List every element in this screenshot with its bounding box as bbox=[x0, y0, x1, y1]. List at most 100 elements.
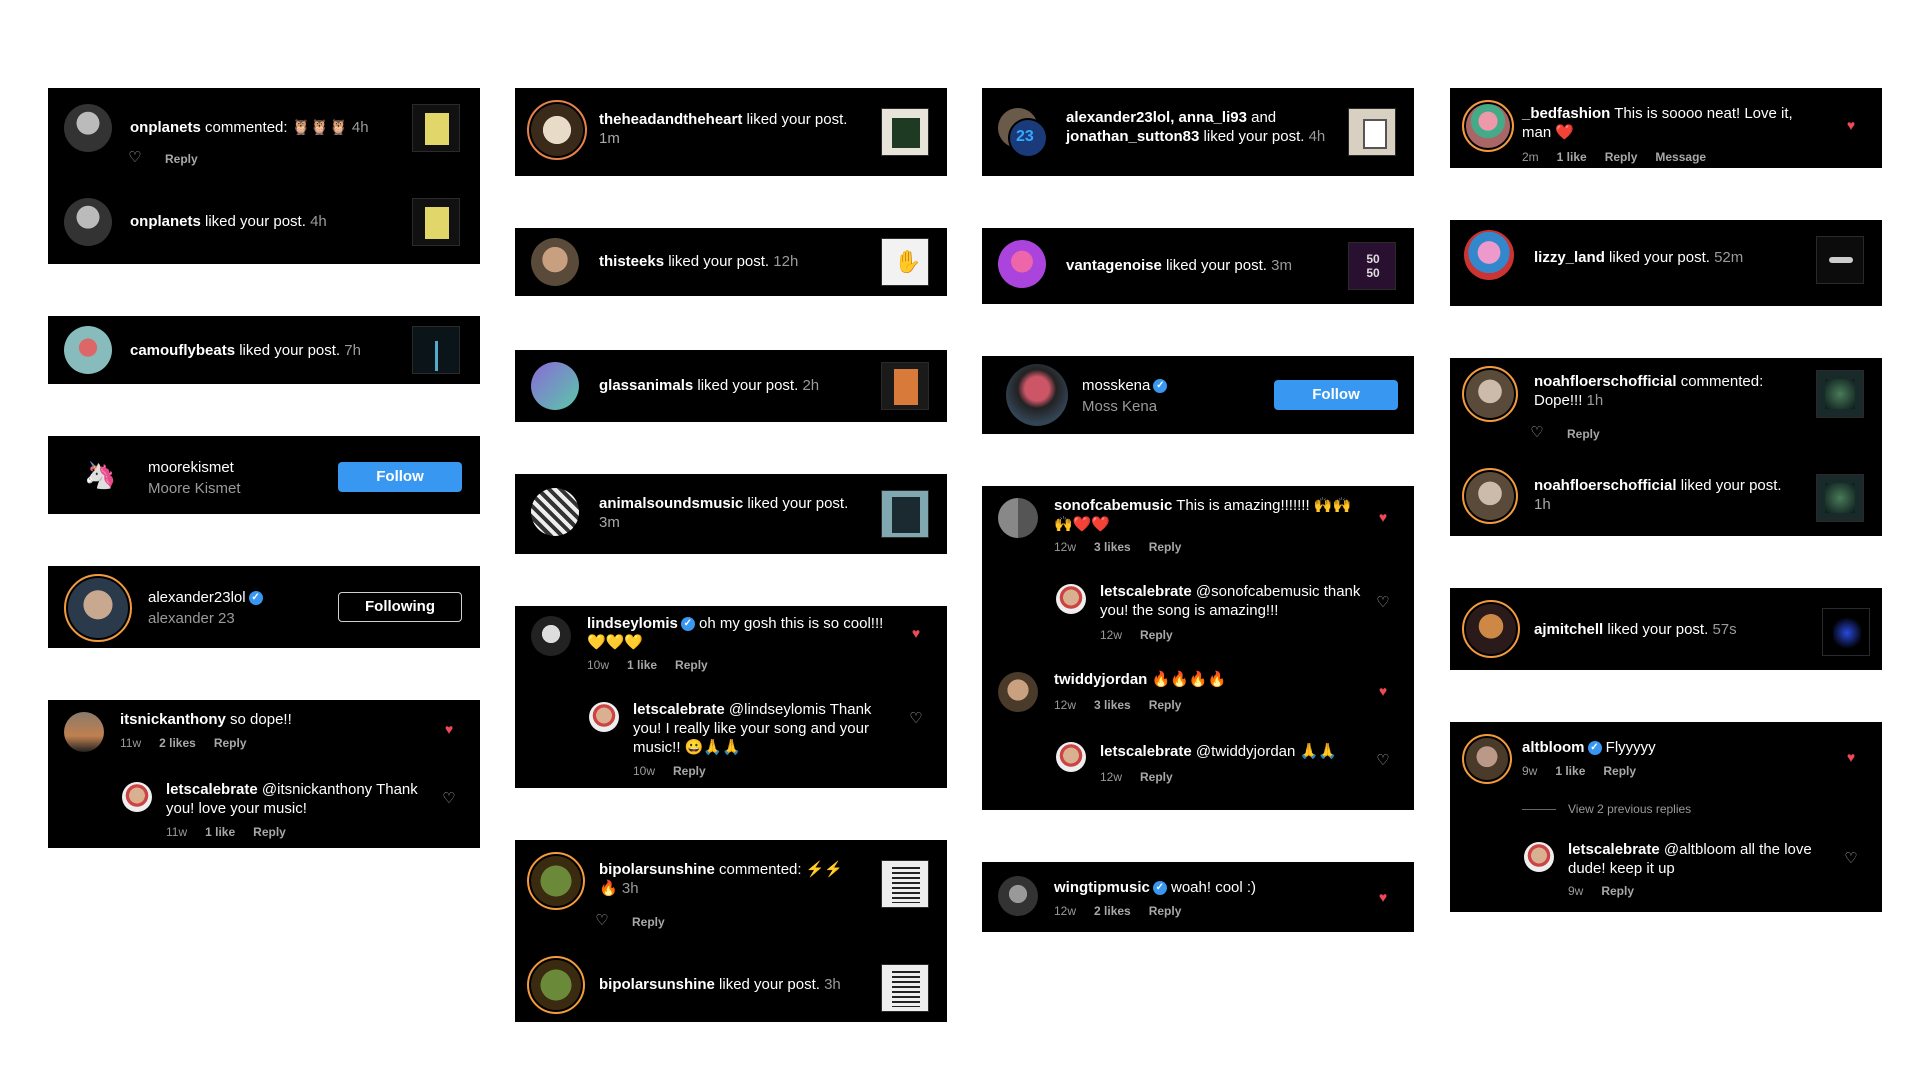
avatar[interactable] bbox=[1462, 366, 1518, 422]
like-heart-icon[interactable]: ♡ bbox=[1530, 425, 1544, 440]
post-thumbnail[interactable] bbox=[1816, 370, 1864, 418]
username[interactable]: ajmitchell bbox=[1534, 621, 1603, 638]
post-thumbnail[interactable]: 50 50 bbox=[1348, 242, 1396, 290]
username[interactable]: lizzy_land bbox=[1534, 249, 1605, 266]
likes-count[interactable]: 1 like bbox=[1555, 764, 1585, 778]
reply-link[interactable]: Reply bbox=[1603, 764, 1636, 778]
like-heart-icon[interactable]: ♡ bbox=[1376, 753, 1390, 768]
username[interactable]: mosskena bbox=[1082, 377, 1150, 394]
username[interactable]: camouflybeats bbox=[130, 342, 235, 359]
username[interactable]: onplanets bbox=[130, 213, 201, 230]
reply-link[interactable]: Reply bbox=[1605, 150, 1638, 164]
reply-link[interactable]: Reply bbox=[214, 736, 247, 750]
likes-count[interactable]: 3 likes bbox=[1094, 698, 1131, 712]
avatar[interactable] bbox=[122, 782, 152, 812]
like-heart-icon[interactable]: ♡ bbox=[128, 150, 142, 165]
avatar[interactable] bbox=[527, 956, 585, 1014]
username[interactable]: glassanimals bbox=[599, 377, 693, 394]
username[interactable]: sonofcabemusic bbox=[1054, 497, 1172, 514]
username[interactable]: animalsoundsmusic bbox=[599, 495, 743, 512]
like-heart-icon[interactable]: ♡ bbox=[442, 791, 456, 806]
likes-count[interactable]: 3 likes bbox=[1094, 540, 1131, 554]
username[interactable]: noahfloerschofficial bbox=[1534, 373, 1677, 390]
reply-link[interactable]: Reply bbox=[1149, 698, 1182, 712]
reply-link[interactable]: Reply bbox=[1601, 884, 1634, 898]
likes-count[interactable]: 1 like bbox=[627, 658, 657, 672]
username[interactable]: vantagenoise bbox=[1066, 257, 1162, 274]
username[interactable]: letscalebrate bbox=[1568, 841, 1660, 858]
username[interactable]: letscalebrate bbox=[633, 701, 725, 718]
avatar[interactable] bbox=[998, 672, 1038, 712]
view-previous-replies-link[interactable]: View 2 previous replies bbox=[1522, 802, 1691, 816]
avatar[interactable] bbox=[64, 326, 112, 374]
reply-link[interactable]: Reply bbox=[1140, 770, 1173, 784]
following-button[interactable]: Following bbox=[338, 592, 462, 622]
post-thumbnail[interactable] bbox=[881, 108, 929, 156]
liked-heart-icon[interactable]: ♥ bbox=[1844, 750, 1858, 764]
follow-button[interactable]: Follow bbox=[338, 462, 462, 492]
username[interactable]: twiddyjordan bbox=[1054, 671, 1147, 688]
post-thumbnail[interactable] bbox=[881, 860, 929, 908]
like-heart-icon[interactable]: ♡ bbox=[909, 711, 923, 726]
username[interactable]: jonathan_sutton83 bbox=[1066, 128, 1199, 145]
avatar[interactable] bbox=[998, 876, 1038, 916]
liked-heart-icon[interactable]: ♥ bbox=[1376, 510, 1390, 524]
avatar[interactable] bbox=[1462, 734, 1512, 784]
avatar[interactable] bbox=[531, 488, 579, 536]
avatar[interactable]: 23 bbox=[1008, 118, 1048, 158]
username[interactable]: moorekismet bbox=[148, 458, 234, 477]
username[interactable]: letscalebrate bbox=[1100, 583, 1192, 600]
post-thumbnail[interactable] bbox=[412, 104, 460, 152]
avatar[interactable] bbox=[64, 712, 104, 752]
reply-link[interactable]: Reply bbox=[1149, 540, 1182, 554]
avatar[interactable] bbox=[527, 852, 585, 910]
post-thumbnail[interactable] bbox=[881, 964, 929, 1012]
username[interactable]: letscalebrate bbox=[166, 781, 258, 798]
avatar[interactable] bbox=[1056, 742, 1086, 772]
username[interactable]: lindseylomis bbox=[587, 615, 678, 632]
avatar[interactable] bbox=[998, 240, 1046, 288]
username[interactable]: letscalebrate bbox=[1100, 743, 1192, 760]
like-heart-icon[interactable]: ♡ bbox=[1844, 851, 1858, 866]
reply-link[interactable]: Reply bbox=[1140, 628, 1173, 642]
avatar[interactable] bbox=[1462, 468, 1518, 524]
post-thumbnail[interactable] bbox=[412, 326, 460, 374]
liked-heart-icon[interactable]: ♥ bbox=[1376, 890, 1390, 904]
avatar[interactable] bbox=[1524, 842, 1554, 872]
post-thumbnail[interactable] bbox=[1348, 108, 1396, 156]
reply-link[interactable]: Reply bbox=[1567, 427, 1600, 441]
reply-link[interactable]: Reply bbox=[253, 825, 286, 839]
reply-link[interactable]: Reply bbox=[1149, 904, 1182, 918]
avatar[interactable] bbox=[589, 702, 619, 732]
username[interactable]: _bedfashion bbox=[1522, 105, 1610, 122]
avatar[interactable] bbox=[64, 198, 112, 246]
like-heart-icon[interactable]: ♡ bbox=[595, 913, 609, 928]
avatar[interactable] bbox=[1056, 584, 1086, 614]
avatar[interactable] bbox=[64, 574, 132, 642]
reply-link[interactable]: Reply bbox=[675, 658, 708, 672]
avatar[interactable] bbox=[1464, 230, 1514, 280]
username[interactable]: alexander23lol bbox=[148, 589, 246, 606]
avatar[interactable] bbox=[998, 498, 1038, 538]
username[interactable]: alexander23lol, anna_li93 bbox=[1066, 109, 1247, 126]
likes-count[interactable]: 2 likes bbox=[159, 736, 196, 750]
liked-heart-icon[interactable]: ♥ bbox=[1844, 118, 1858, 132]
avatar[interactable] bbox=[531, 362, 579, 410]
liked-heart-icon[interactable]: ♥ bbox=[909, 626, 923, 640]
likes-count[interactable]: 1 like bbox=[1557, 150, 1587, 164]
avatar[interactable] bbox=[1462, 600, 1520, 658]
username[interactable]: wingtipmusic bbox=[1054, 879, 1150, 896]
username[interactable]: itsnickanthony bbox=[120, 711, 226, 728]
follow-button[interactable]: Follow bbox=[1274, 380, 1398, 410]
username[interactable]: onplanets bbox=[130, 119, 201, 136]
liked-heart-icon[interactable]: ♥ bbox=[442, 722, 456, 736]
avatar[interactable] bbox=[1006, 364, 1068, 426]
avatar[interactable] bbox=[1462, 100, 1514, 152]
likes-count[interactable]: 2 likes bbox=[1094, 904, 1131, 918]
avatar[interactable] bbox=[64, 104, 112, 152]
like-heart-icon[interactable]: ♡ bbox=[1376, 595, 1390, 610]
post-thumbnail[interactable] bbox=[881, 362, 929, 410]
post-thumbnail[interactable]: ✋ bbox=[881, 238, 929, 286]
avatar[interactable] bbox=[531, 238, 579, 286]
avatar[interactable]: 🦄 bbox=[74, 452, 122, 500]
